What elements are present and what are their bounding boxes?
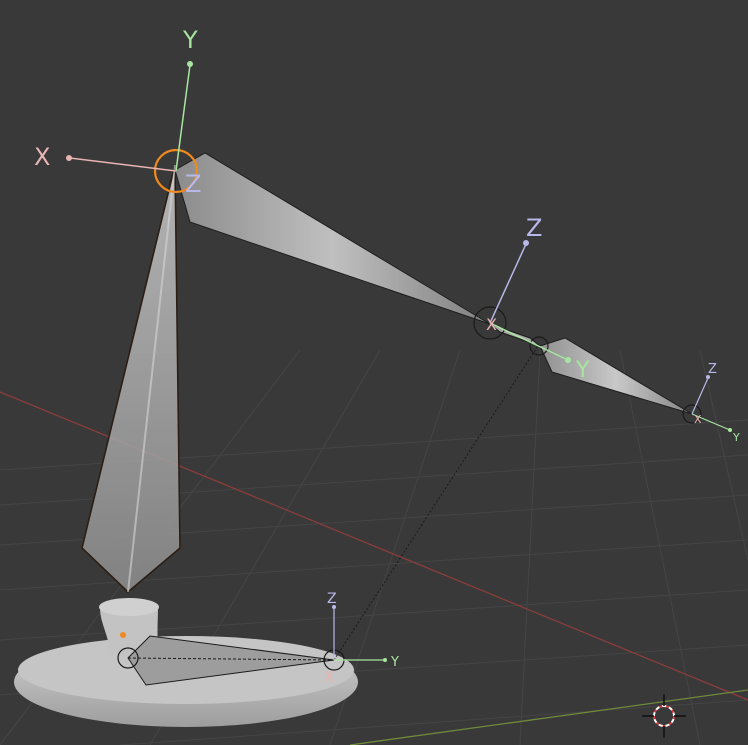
y-axis-line	[349, 689, 748, 745]
gizmo-elbow-x-label: X	[486, 315, 497, 334]
gizmo-top-x-label: X	[34, 143, 50, 171]
ik-constraint-line	[333, 345, 539, 661]
bone-lower-arm[interactable]	[81, 164, 181, 594]
small-orange-point	[120, 632, 126, 638]
gizmo-top-y-label: Y	[182, 26, 198, 54]
gizmo-base-x-label: X	[324, 668, 334, 686]
bone-head[interactable]	[539, 337, 693, 415]
gizmo-tip-z-label: Z	[708, 362, 717, 377]
3d-viewport[interactable]: Y X Z Z Y X Z Y X Z Y X	[0, 0, 748, 745]
3d-cursor-icon[interactable]	[642, 694, 686, 738]
gizmo-tip-x-label: X	[694, 413, 702, 426]
gizmo-top-z-label: Z	[185, 170, 201, 198]
gizmo-elbow-y-label: Y	[575, 358, 590, 383]
gizmo-tip-y-label: Y	[732, 431, 740, 444]
gizmo-tip: Z Y X	[691, 362, 740, 444]
scene-canvas[interactable]: Y X Z Z Y X Z Y X Z Y X	[0, 0, 748, 745]
gizmo-base-y-label: Y	[390, 655, 399, 670]
gizmo-base-z-label: Z	[327, 591, 337, 607]
gizmo-elbow-z-label: Z	[526, 214, 542, 242]
bone-upper-arm[interactable]	[174, 152, 491, 325]
